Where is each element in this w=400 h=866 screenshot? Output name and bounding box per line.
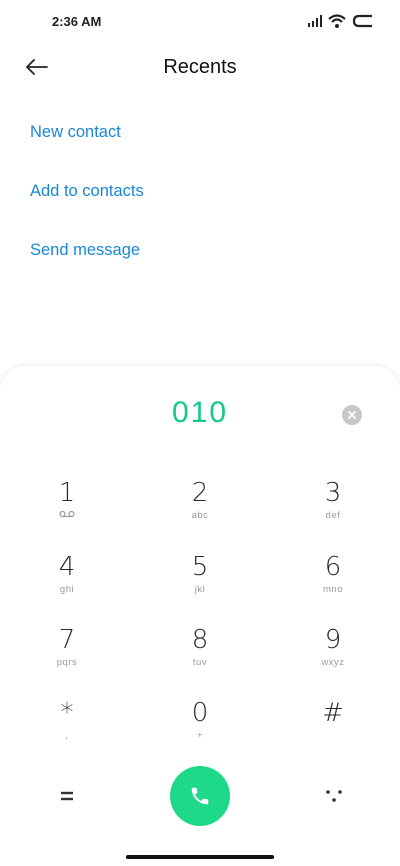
key-hash[interactable]: # <box>288 698 378 758</box>
voicemail-icon <box>22 510 112 521</box>
signal-icon <box>308 15 322 27</box>
key-letters: ghi <box>59 584 75 595</box>
phone-icon <box>191 787 209 805</box>
key-digit: # <box>322 698 344 728</box>
clear-button[interactable] <box>342 405 362 425</box>
clear-icon <box>348 411 356 419</box>
key-2[interactable]: 2 abc <box>155 478 245 538</box>
key-0[interactable]: 0 + <box>155 698 245 758</box>
page-title: Recents <box>163 56 237 78</box>
call-button[interactable] <box>170 766 230 826</box>
key-letters: + <box>196 730 204 741</box>
more-button[interactable] <box>322 786 346 808</box>
key-letters: tuv <box>192 657 208 668</box>
key-9[interactable]: 9 wxyz <box>288 625 378 685</box>
more-dots-icon <box>326 790 342 802</box>
key-digit: 8 <box>191 625 209 655</box>
key-digit: * <box>60 698 74 728</box>
key-digit: 3 <box>324 478 342 508</box>
key-1[interactable]: 1 <box>22 478 112 538</box>
key-letters: def <box>325 510 341 521</box>
key-digit: 0 <box>191 698 209 728</box>
key-star[interactable]: * , <box>22 698 112 758</box>
status-time: 2:36 AM <box>52 14 102 29</box>
equals-button[interactable] <box>56 785 78 807</box>
key-7[interactable]: 7 pqrs <box>22 625 112 685</box>
key-letters: , <box>65 730 69 741</box>
dialpad-sheet: 010 1 2 abc 3 def 4 ghi 5 jkl 6 mno 7 pq… <box>0 366 400 866</box>
key-letters: mno <box>323 584 343 595</box>
wifi-icon <box>328 14 346 28</box>
home-indicator[interactable] <box>126 855 274 859</box>
battery-icon <box>352 14 372 28</box>
key-3[interactable]: 3 def <box>288 478 378 538</box>
key-letters: pqrs <box>56 657 78 668</box>
equals-icon <box>61 791 73 801</box>
key-8[interactable]: 8 tuv <box>155 625 245 685</box>
key-digit: 7 <box>58 625 76 655</box>
key-letters: jkl <box>194 584 206 595</box>
status-icons <box>308 14 374 28</box>
key-5[interactable]: 5 jkl <box>155 552 245 612</box>
status-bar: 2:36 AM <box>0 0 400 44</box>
key-digit: 5 <box>191 552 209 582</box>
add-to-contacts-link[interactable]: Add to contacts <box>30 182 144 201</box>
key-letters: wxyz <box>321 657 345 668</box>
key-6[interactable]: 6 mno <box>288 552 378 612</box>
header: Recents <box>0 44 400 92</box>
key-digit: 4 <box>58 552 76 582</box>
key-digit: 1 <box>58 478 76 508</box>
new-contact-link[interactable]: New contact <box>30 123 121 142</box>
key-digit: 2 <box>191 478 209 508</box>
key-digit: 9 <box>324 625 342 655</box>
dialed-number: 010 <box>171 396 229 429</box>
key-4[interactable]: 4 ghi <box>22 552 112 612</box>
key-letters: abc <box>191 510 209 521</box>
send-message-link[interactable]: Send message <box>30 241 140 260</box>
key-digit: 6 <box>324 552 342 582</box>
